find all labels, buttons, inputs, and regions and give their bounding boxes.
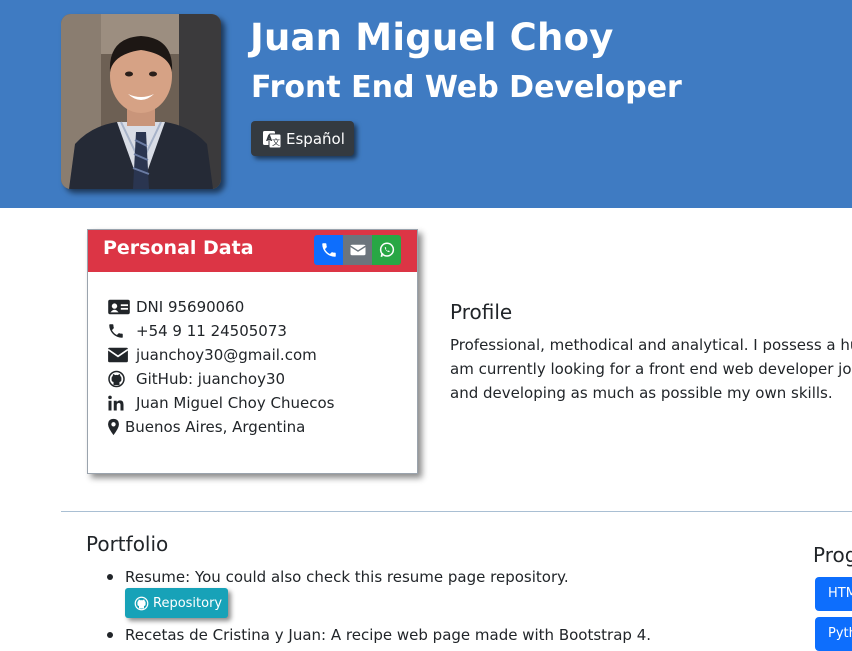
phone-icon bbox=[107, 322, 131, 340]
portfolio-item-text: Resume: You could also check this resume… bbox=[125, 568, 569, 586]
translate-icon: A 文 bbox=[263, 130, 282, 148]
repository-button-label: Repository bbox=[153, 595, 223, 611]
personal-data-card-header: Personal Data bbox=[88, 230, 417, 272]
profile-photo bbox=[61, 14, 221, 189]
linkedin-text: Juan Miguel Choy Chuecos bbox=[136, 394, 335, 412]
whatsapp-icon bbox=[379, 242, 394, 258]
personal-data-card: Personal Data DNI 95690060 +54 9 11 2450… bbox=[87, 229, 418, 474]
email-text: juanchoy30@gmail.com bbox=[136, 346, 317, 364]
phone-text: +54 9 11 24505073 bbox=[136, 322, 287, 340]
profile-photo-image bbox=[61, 14, 221, 189]
profile-heading: Profile bbox=[450, 300, 513, 324]
github-text: GitHub: juanchoy30 bbox=[136, 370, 286, 388]
profile-line: and developing as much as possible my ow… bbox=[450, 384, 833, 402]
profile-description: Professional, methodical and analytical.… bbox=[450, 333, 852, 408]
section-divider bbox=[61, 511, 852, 512]
location-text: Buenos Aires, Argentina bbox=[125, 418, 306, 436]
bullet-icon bbox=[107, 574, 113, 580]
portfolio-heading: Portfolio bbox=[86, 532, 169, 556]
programming-heading: Prog bbox=[813, 543, 852, 567]
header-banner: Juan Miguel Choy Front End Web Developer… bbox=[0, 0, 852, 208]
personal-data-title: Personal Data bbox=[103, 237, 254, 259]
portfolio-item-text: Recetas de Cristina y Juan: A recipe web… bbox=[125, 626, 652, 644]
github-icon bbox=[107, 370, 131, 388]
github-row: GitHub: juanchoy30 bbox=[107, 367, 334, 391]
email-row: juanchoy30@gmail.com bbox=[107, 343, 334, 367]
linkedin-row: Juan Miguel Choy Chuecos bbox=[107, 391, 334, 415]
email-button[interactable] bbox=[343, 235, 372, 265]
dni-row: DNI 95690060 bbox=[107, 295, 334, 319]
github-icon bbox=[134, 596, 149, 610]
map-marker-icon bbox=[107, 418, 121, 436]
profile-line: Professional, methodical and analytical.… bbox=[450, 336, 852, 354]
portfolio-item: Resume: You could also check this resume… bbox=[107, 566, 651, 588]
phone-icon bbox=[321, 243, 336, 257]
job-title: Front End Web Developer bbox=[251, 70, 682, 105]
svg-text:文: 文 bbox=[272, 137, 280, 147]
profile-line: am currently looking for a front end web… bbox=[450, 360, 852, 378]
call-button[interactable] bbox=[314, 235, 343, 265]
whatsapp-button[interactable] bbox=[372, 235, 401, 265]
id-card-icon bbox=[107, 298, 131, 316]
envelope-icon bbox=[349, 244, 366, 256]
language-toggle-button[interactable]: A 文 Español bbox=[251, 121, 354, 156]
location-row: Buenos Aires, Argentina bbox=[107, 415, 334, 439]
skill-button-python[interactable]: Pyth bbox=[815, 617, 852, 651]
dni-text: DNI 95690060 bbox=[136, 298, 245, 316]
language-button-label: Español bbox=[286, 129, 345, 148]
personal-data-list: DNI 95690060 +54 9 11 24505073 juanchoy3… bbox=[107, 295, 334, 439]
skill-button-html[interactable]: HTM bbox=[815, 577, 852, 611]
linkedin-icon bbox=[107, 394, 131, 412]
phone-row: +54 9 11 24505073 bbox=[107, 319, 334, 343]
envelope-icon bbox=[107, 346, 131, 364]
person-name: Juan Miguel Choy bbox=[250, 16, 614, 59]
portfolio-list: Resume: You could also check this resume… bbox=[107, 566, 651, 646]
repository-button[interactable]: Repository bbox=[125, 588, 228, 618]
bullet-icon bbox=[107, 632, 113, 638]
portfolio-item: Recetas de Cristina y Juan: A recipe web… bbox=[107, 624, 651, 646]
